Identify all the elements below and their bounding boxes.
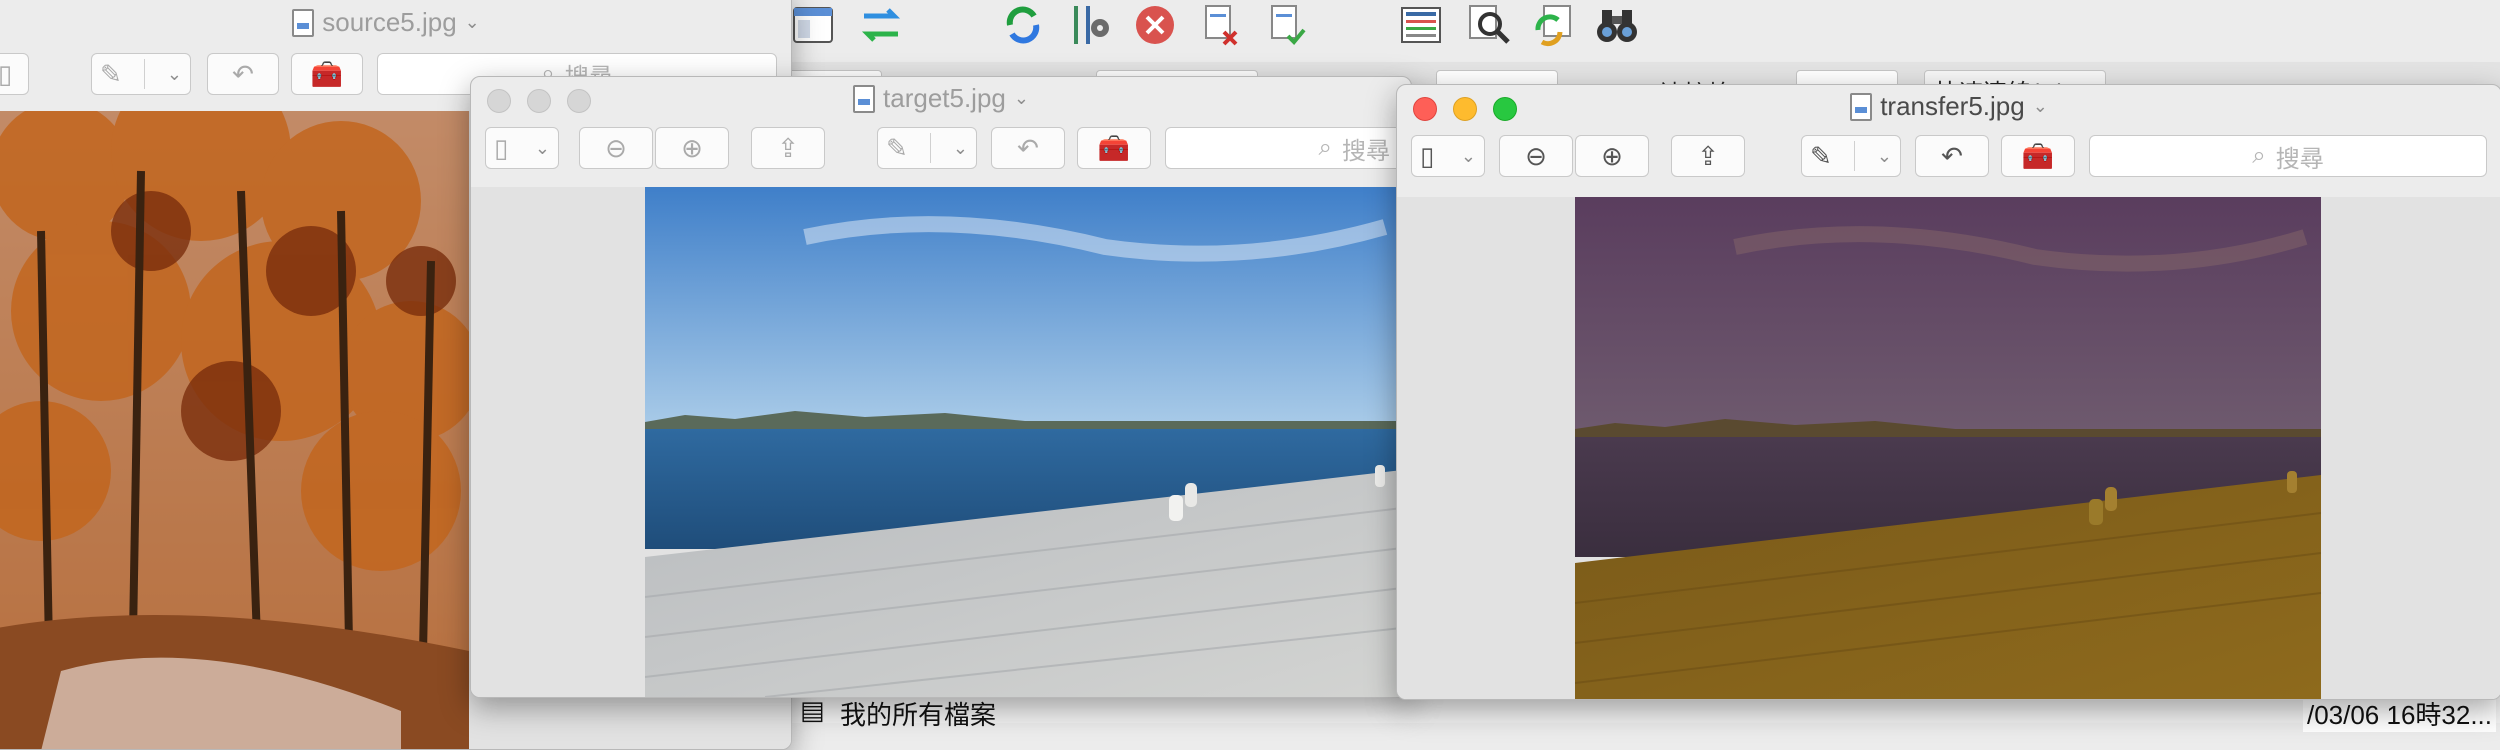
target-window[interactable]: target5.jpg ⌄ ▯ ⌄ ⊖ ⊕ ⇪ ✎ ⌄ ↶ 🧰 ⌕ 搜尋 bbox=[470, 76, 1412, 698]
zoom-in-button[interactable]: ⊕ bbox=[1575, 135, 1649, 177]
rotate-icon: ↶ bbox=[1017, 132, 1039, 163]
chevron-down-icon: ⌄ bbox=[1460, 145, 1476, 166]
search-icon: ⌕ bbox=[1318, 134, 1332, 161]
panel-icon[interactable] bbox=[790, 2, 836, 48]
share-button[interactable]: ⇪ bbox=[751, 127, 825, 169]
search-icon: ⌕ bbox=[2252, 142, 2266, 169]
transfer-titlebar[interactable]: transfer5.jpg ⌄ bbox=[1397, 85, 2500, 127]
binoculars-icon[interactable] bbox=[1594, 2, 1640, 48]
folder-icon: ▤ bbox=[800, 695, 825, 725]
zoom-out-icon: ⊖ bbox=[1525, 140, 1547, 171]
stop-icon[interactable] bbox=[1132, 2, 1178, 48]
chevron-down-icon: ⌄ bbox=[952, 137, 968, 158]
document-icon bbox=[292, 8, 315, 37]
sidebar-icon: ▯ bbox=[1420, 140, 1435, 171]
chevron-down-icon[interactable]: ⌄ bbox=[1014, 88, 1029, 109]
background-toolbar bbox=[780, 0, 2500, 62]
markup-pen-icon: ✎ bbox=[1810, 140, 1832, 171]
toolbox-icon: 🧰 bbox=[1097, 132, 1131, 163]
target-search-field[interactable]: ⌕ 搜尋 bbox=[1165, 127, 1405, 169]
target-titlebar[interactable]: target5.jpg ⌄ bbox=[471, 77, 1411, 119]
sidebar-icon: ▯ bbox=[494, 132, 509, 163]
zoom-out-button[interactable]: ⊖ bbox=[1499, 135, 1573, 177]
rotate-button[interactable]: ↶ bbox=[207, 53, 279, 95]
share-icon: ⇪ bbox=[777, 132, 799, 163]
rotate-icon: ↶ bbox=[1941, 140, 1963, 171]
document-icon bbox=[853, 84, 876, 113]
sync-icon[interactable] bbox=[1530, 2, 1576, 48]
toolbox-icon: 🧰 bbox=[310, 58, 344, 89]
list-icon[interactable] bbox=[1398, 2, 1444, 48]
chevron-down-icon: ⌄ bbox=[1876, 145, 1892, 166]
refresh-icon[interactable] bbox=[1000, 2, 1046, 48]
share-icon: ⇪ bbox=[1697, 140, 1719, 171]
zoom-in-icon: ⊕ bbox=[1601, 140, 1623, 171]
status-text: 我的所有檔案 bbox=[840, 700, 997, 730]
chevron-down-icon[interactable]: ⌄ bbox=[2033, 96, 2048, 117]
settings-sliders-icon[interactable] bbox=[1066, 2, 1112, 48]
toolbox-button[interactable]: 🧰 bbox=[291, 53, 363, 95]
sidebar-button[interactable]: ▯ ⌄ bbox=[1411, 135, 1485, 177]
markup-pen-icon: ✎ bbox=[100, 58, 122, 89]
document-icon bbox=[1850, 92, 1873, 121]
rotate-button[interactable]: ↶ bbox=[991, 127, 1065, 169]
transfer-image bbox=[1575, 197, 2321, 699]
target-image bbox=[645, 187, 1411, 697]
source-window-title: source5.jpg bbox=[322, 7, 457, 37]
source-image bbox=[0, 111, 469, 749]
delete-file-icon[interactable] bbox=[1198, 2, 1244, 48]
rotate-icon: ↶ bbox=[232, 58, 254, 89]
transfer-search-field[interactable]: ⌕ 搜尋 bbox=[2089, 135, 2487, 177]
chevron-down-icon[interactable]: ⌄ bbox=[465, 12, 480, 33]
target-image-area bbox=[471, 187, 1411, 697]
sidebar-button[interactable]: ▯ ⌄ bbox=[485, 127, 559, 169]
sidebar-icon: ▯ bbox=[0, 59, 12, 90]
toolbox-button[interactable]: 🧰 bbox=[1077, 127, 1151, 169]
markup-pen-icon: ✎ bbox=[886, 132, 908, 163]
transfer-image-area bbox=[1397, 197, 2500, 699]
markup-button[interactable]: ✎ ⌄ bbox=[877, 127, 977, 169]
transfer-window-title: transfer5.jpg bbox=[1880, 91, 2025, 121]
chevron-down-icon: ⌄ bbox=[166, 63, 182, 84]
zoom-out-button[interactable]: ⊖ bbox=[579, 127, 653, 169]
zoom-in-button[interactable]: ⊕ bbox=[655, 127, 729, 169]
chevron-down-icon: ⌄ bbox=[534, 137, 550, 158]
swap-arrows-icon[interactable] bbox=[858, 2, 904, 48]
toolbox-button[interactable]: 🧰 bbox=[2001, 135, 2075, 177]
toolbox-icon: 🧰 bbox=[2021, 140, 2055, 171]
share-button[interactable]: ⇪ bbox=[1671, 135, 1745, 177]
rotate-button[interactable]: ↶ bbox=[1915, 135, 1989, 177]
transfer-window[interactable]: transfer5.jpg ⌄ ▯ ⌄ ⊖ ⊕ ⇪ ✎ ⌄ ↶ 🧰 ⌕ 搜尋 bbox=[1396, 84, 2500, 700]
zoom-out-icon: ⊖ bbox=[605, 132, 627, 163]
search-icon[interactable] bbox=[1466, 2, 1512, 48]
target-window-title: target5.jpg bbox=[883, 83, 1006, 113]
markup-button[interactable]: ✎ ⌄ bbox=[1801, 135, 1901, 177]
markup-button[interactable]: ✎ ⌄ bbox=[91, 53, 191, 95]
source-titlebar[interactable]: source5.jpg ⌄ bbox=[0, 0, 791, 37]
sidebar-button[interactable]: ▯ bbox=[0, 53, 29, 95]
status-date: /03/06 16時32... bbox=[2302, 695, 2496, 732]
zoom-in-icon: ⊕ bbox=[681, 132, 703, 163]
verify-file-icon[interactable] bbox=[1264, 2, 1310, 48]
